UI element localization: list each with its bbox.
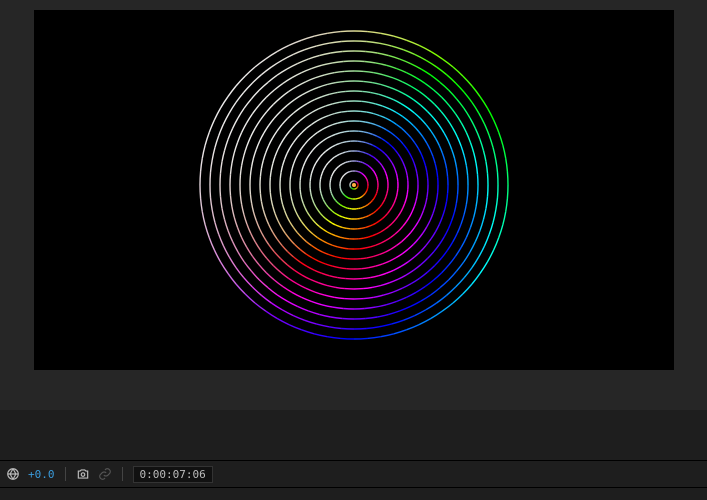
preview-area bbox=[0, 0, 707, 410]
composition-preview[interactable] bbox=[34, 10, 674, 370]
aperture-icon[interactable] bbox=[4, 465, 22, 483]
separator bbox=[122, 467, 123, 481]
empty-panel bbox=[0, 410, 707, 460]
status-bar bbox=[0, 487, 707, 500]
link-icon bbox=[96, 465, 114, 483]
camera-icon[interactable] bbox=[74, 465, 92, 483]
app-root: +0.0 0:00:07:06 bbox=[0, 0, 707, 500]
separator bbox=[65, 467, 66, 481]
timecode-field[interactable]: 0:00:07:06 bbox=[133, 466, 213, 483]
exposure-value[interactable]: +0.0 bbox=[26, 468, 57, 481]
preview-toolbar: +0.0 0:00:07:06 bbox=[0, 460, 707, 487]
